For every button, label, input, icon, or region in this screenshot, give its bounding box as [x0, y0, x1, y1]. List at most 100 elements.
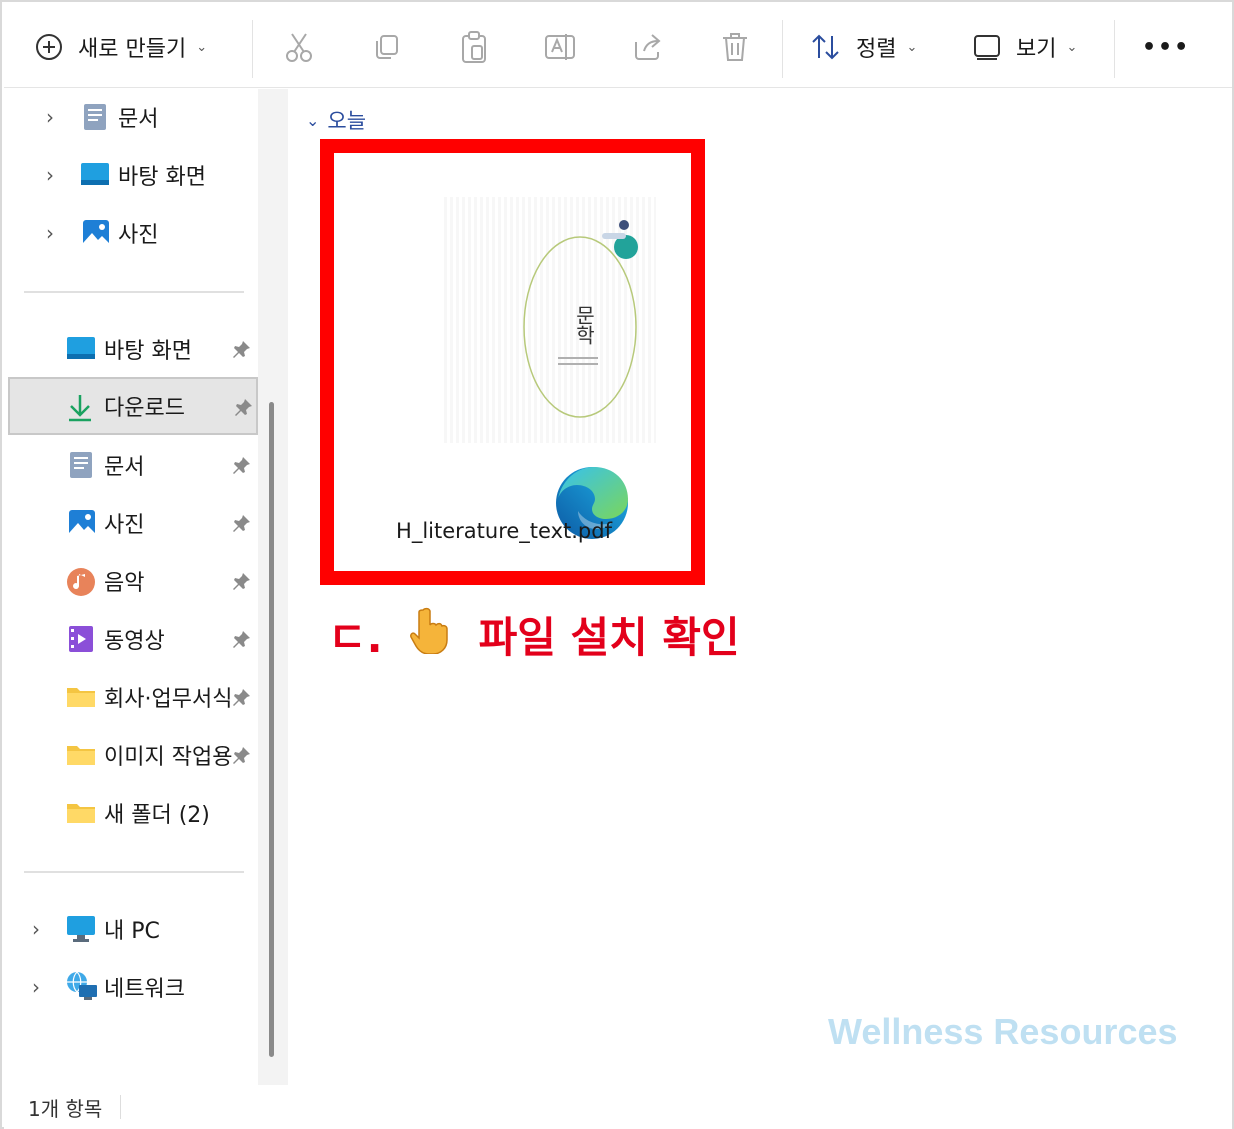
sidebar-item-label: 사진 [118, 223, 159, 248]
scissors-icon [286, 33, 312, 62]
sidebar-item-label: 네트워크 [104, 977, 185, 1002]
chevron-right-icon[interactable]: › [40, 163, 60, 187]
sidebar-item-pictures[interactable]: › 사진 [4, 205, 258, 261]
sidebar-item-desktop-pinned[interactable]: 바탕 화면 [4, 321, 258, 377]
sidebar-item-label: 음악 [104, 571, 145, 596]
pin-icon[interactable] [232, 455, 252, 475]
sidebar-item-label: 동영상 [104, 629, 165, 654]
file-name-label: H_literature_text.pdf [396, 519, 612, 543]
more-options-icon: ••• [1142, 34, 1191, 60]
view-button[interactable]: 보기 ⌄ [972, 22, 1077, 72]
pictures-icon [82, 219, 110, 247]
toolbar-divider [252, 20, 253, 78]
pin-icon[interactable] [234, 397, 254, 417]
chevron-down-icon: ⌄ [306, 110, 320, 130]
pointing-hand-icon [409, 606, 455, 664]
paste-button[interactable] [459, 22, 489, 72]
callout-prefix: ㄷ. [328, 613, 383, 662]
chevron-right-icon[interactable]: › [26, 917, 46, 941]
chevron-down-icon: ⌄ [1066, 39, 1078, 55]
file-explorer-window: 새로 만들기 ⌄ 정렬 ⌄ 보기 ⌄ ••• › 문서 › 바탕 화면 › 사진… [0, 0, 1234, 1129]
share-icon [635, 34, 661, 60]
copy-icon [376, 35, 398, 59]
pdf-thumbnail: 문학 [444, 197, 656, 443]
sidebar-item-label: 이미지 작업용 [104, 745, 233, 770]
sidebar-item-music[interactable]: 음악 [4, 553, 258, 609]
desktop-icon [80, 161, 109, 189]
sidebar-item-folder[interactable]: 새 폴더 (2) [4, 785, 258, 841]
toolbar-divider [782, 20, 783, 78]
file-item[interactable]: 문학 H_literature_text.pdf [334, 153, 691, 571]
toolbar-divider [1114, 20, 1115, 78]
pin-icon[interactable] [232, 629, 252, 649]
chevron-down-icon: ⌄ [196, 39, 208, 55]
document-icon [82, 103, 110, 131]
rename-icon [545, 34, 575, 60]
chevron-down-icon: ⌄ [906, 39, 918, 55]
clipboard-icon [462, 31, 486, 63]
plus-circle-icon [34, 32, 64, 62]
view-icon [972, 32, 1002, 62]
sidebar-item-videos[interactable]: 동영상 [4, 611, 258, 667]
trash-icon [723, 33, 747, 61]
sidebar-item-downloads[interactable]: 다운로드 [8, 377, 258, 435]
chevron-right-icon[interactable]: › [26, 975, 46, 999]
item-count: 1개 항목 [28, 1096, 103, 1121]
rename-button[interactable] [544, 22, 578, 72]
pin-icon[interactable] [232, 339, 252, 359]
sidebar-scrollbar-thumb[interactable] [269, 402, 274, 1057]
chevron-right-icon[interactable]: › [40, 105, 60, 129]
navigation-pane: › 문서 › 바탕 화면 › 사진 바탕 화면 다운로드 문서 사진 음악 동영… [4, 89, 258, 1085]
sidebar-item-label: 문서 [118, 107, 159, 132]
video-icon [68, 625, 96, 653]
sort-button-label: 정렬 [856, 37, 897, 62]
status-bar: 1개 항목 [4, 1085, 1232, 1129]
new-button-label: 새로 만들기 [78, 37, 187, 62]
document-icon [68, 451, 96, 479]
share-button[interactable] [632, 22, 664, 72]
cut-button[interactable] [284, 22, 314, 72]
sidebar-item-label: 문서 [104, 455, 145, 480]
file-list-area: ⌄ 오늘 문학 H_literature_text.pdf ㄷ. 파일 설치 확… [288, 89, 1232, 1085]
watermark: Wellness Resources [828, 1011, 1178, 1052]
group-header-today[interactable]: ⌄ 오늘 [306, 105, 366, 135]
view-button-label: 보기 [1016, 37, 1057, 62]
sidebar-item-this-pc[interactable]: › 내 PC [4, 901, 258, 957]
sidebar-item-label: 내 PC [104, 919, 160, 944]
sidebar-item-label: 바탕 화면 [104, 339, 192, 364]
sort-arrows-icon [810, 32, 842, 62]
sidebar-item-folder[interactable]: 회사·업무서식 [4, 669, 258, 725]
command-bar: 새로 만들기 ⌄ 정렬 ⌄ 보기 ⌄ ••• [4, 4, 1232, 88]
pictures-icon [68, 509, 96, 537]
network-icon [66, 971, 97, 1000]
sidebar-item-folder[interactable]: 이미지 작업용 [4, 727, 258, 783]
sidebar-item-label: 새 폴더 (2) [104, 803, 210, 828]
copy-button[interactable] [372, 22, 402, 72]
thumbnail-title: 문학 [572, 305, 596, 345]
instruction-callout: ㄷ. 파일 설치 확인 [328, 604, 740, 665]
sidebar-item-label: 사진 [104, 513, 145, 538]
new-button[interactable]: 새로 만들기 ⌄ [34, 22, 207, 72]
status-divider [120, 1095, 122, 1119]
music-icon [66, 567, 95, 596]
sidebar-item-desktop[interactable]: › 바탕 화면 [4, 147, 258, 203]
desktop-icon [66, 335, 95, 363]
sidebar-item-network[interactable]: › 네트워크 [4, 959, 258, 1015]
pin-icon[interactable] [232, 687, 252, 707]
pin-icon[interactable] [232, 745, 252, 765]
sidebar-item-label: 다운로드 [104, 396, 185, 421]
delete-button[interactable] [720, 22, 750, 72]
pin-icon[interactable] [232, 571, 252, 591]
pin-icon[interactable] [232, 513, 252, 533]
group-header-label: 오늘 [327, 109, 367, 133]
sidebar-item-label: 바탕 화면 [118, 165, 206, 190]
sidebar-item-documents-pinned[interactable]: 문서 [4, 437, 258, 493]
sort-button[interactable]: 정렬 ⌄ [810, 22, 917, 72]
sidebar-item-pictures-pinned[interactable]: 사진 [4, 495, 258, 551]
callout-text: 파일 설치 확인 [478, 613, 740, 662]
folder-icon [66, 801, 95, 829]
more-options-button[interactable]: ••• [1142, 22, 1190, 72]
folder-icon [66, 685, 95, 713]
sidebar-item-documents[interactable]: › 문서 [4, 89, 258, 145]
chevron-right-icon[interactable]: › [40, 221, 60, 245]
